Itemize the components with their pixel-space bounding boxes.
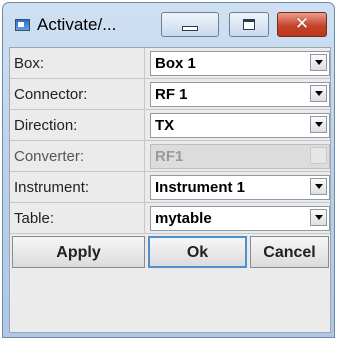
button-bar: Apply Ok Cancel [10, 234, 330, 270]
column-divider [144, 141, 145, 172]
close-icon: ✕ [294, 14, 310, 34]
table-select-dropdown-button[interactable] [310, 209, 327, 226]
maximize-button[interactable] [229, 12, 269, 37]
box-select-value: Box 1 [155, 55, 196, 72]
chevron-down-icon [315, 153, 323, 158]
box-select[interactable]: Box 1 [150, 51, 330, 76]
apply-button[interactable]: Apply [12, 236, 145, 268]
instrument-label: Instrument: [14, 179, 90, 196]
column-divider [144, 203, 145, 234]
form-row-connector: Connector: RF 1 [10, 79, 330, 110]
instrument-select-dropdown-button[interactable] [310, 178, 327, 195]
converter-select-dropdown-button [310, 147, 327, 164]
form-row-converter: Converter: RF1 [10, 141, 330, 172]
form-row-table: Table: mytable [10, 203, 330, 234]
direction-select-value: TX [155, 117, 175, 134]
direction-select[interactable]: TX [150, 113, 330, 138]
table-select-value: mytable [155, 210, 212, 227]
instrument-select-value: Instrument 1 [155, 179, 246, 196]
minimize-icon [182, 25, 198, 31]
activate-dialog: Activate/... ✕ Box: Box 1 Connector: RF … [2, 2, 335, 338]
column-divider [144, 172, 145, 203]
chevron-down-icon [314, 215, 323, 220]
form-row-instrument: Instrument: Instrument 1 [10, 172, 330, 203]
window-title: Activate/... [37, 15, 117, 34]
box-select-dropdown-button[interactable] [310, 54, 327, 71]
direction-label: Direction: [14, 117, 78, 134]
ok-button[interactable]: Ok [148, 236, 247, 268]
column-divider [144, 110, 145, 141]
close-button[interactable]: ✕ [277, 12, 327, 37]
table-label: Table: [14, 210, 55, 227]
instrument-select[interactable]: Instrument 1 [150, 175, 330, 200]
form-row-direction: Direction: TX [10, 110, 330, 141]
converter-select: RF1 [150, 144, 330, 169]
chevron-down-icon [314, 184, 323, 189]
cancel-button[interactable]: Cancel [250, 236, 329, 268]
form-row-box: Box: Box 1 [10, 48, 330, 79]
direction-select-dropdown-button[interactable] [310, 116, 327, 133]
connector-select-dropdown-button[interactable] [310, 85, 327, 102]
title-bar[interactable]: Activate/... ✕ [3, 3, 334, 47]
connector-select-value: RF 1 [155, 86, 188, 103]
maximize-icon [243, 19, 255, 30]
chevron-down-icon [314, 91, 323, 96]
converter-label: Converter: [14, 148, 85, 165]
converter-select-value: RF1 [155, 148, 184, 165]
box-label: Box: [14, 55, 45, 72]
column-divider [144, 79, 145, 110]
form-panel: Box: Box 1 Connector: RF 1 Direction: TX [9, 47, 331, 333]
chevron-down-icon [314, 60, 323, 65]
connector-select[interactable]: RF 1 [150, 82, 330, 107]
window-app-icon [15, 19, 30, 31]
connector-label: Connector: [14, 86, 88, 103]
minimize-button[interactable] [161, 12, 219, 37]
column-divider [144, 48, 145, 79]
table-select[interactable]: mytable [150, 206, 330, 231]
chevron-down-icon [314, 122, 323, 127]
